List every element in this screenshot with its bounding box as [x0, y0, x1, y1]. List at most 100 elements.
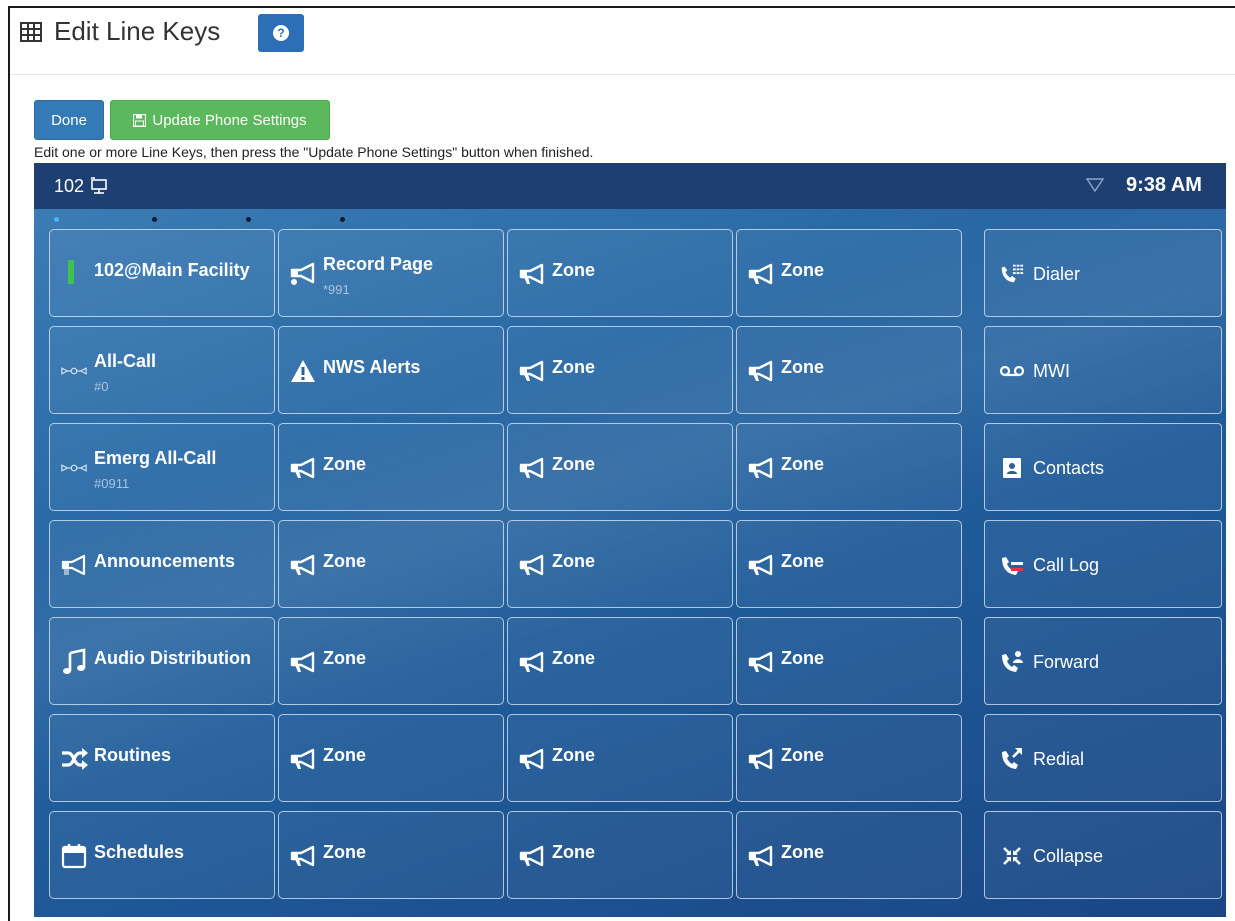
- line-key-r6-c1[interactable]: Routines: [49, 714, 275, 802]
- dialer-icon: [999, 262, 1025, 286]
- softkey-redial[interactable]: Redial: [984, 714, 1222, 802]
- floppy-disk-icon: [133, 113, 147, 127]
- done-button[interactable]: Done: [34, 100, 104, 140]
- megaphone-icon: [289, 842, 317, 870]
- line-key-r6-c2[interactable]: Zone: [278, 714, 504, 802]
- line-key-r5-c2[interactable]: Zone: [278, 617, 504, 705]
- megaphone-icon: [289, 745, 317, 773]
- line-key-code: #0911: [94, 476, 130, 491]
- line-key-r5-c3[interactable]: Zone: [507, 617, 733, 705]
- line-key-r1-c2[interactable]: Record Page *991: [278, 229, 504, 317]
- line-key-label: Audio Distribution: [94, 648, 251, 668]
- megaphone-icon: [289, 454, 317, 482]
- line-key-label: Zone: [323, 745, 366, 765]
- page-indicator-2[interactable]: [152, 217, 157, 222]
- softkey-dialer[interactable]: Dialer: [984, 229, 1222, 317]
- line-key-r3-c4[interactable]: Zone: [736, 423, 962, 511]
- megaphone-icon: [747, 745, 775, 773]
- line-key-r3-c2[interactable]: Zone: [278, 423, 504, 511]
- line-key-r6-c4[interactable]: Zone: [736, 714, 962, 802]
- line-key-label: Zone: [781, 260, 824, 280]
- megaphone-icon: [518, 551, 546, 579]
- softkey-label: MWI: [1033, 361, 1070, 381]
- update-phone-settings-button[interactable]: Update Phone Settings: [110, 100, 330, 140]
- shuffle-icon: [60, 745, 88, 773]
- page-title: Edit Line Keys: [54, 16, 221, 46]
- help-text: Edit one or more Line Keys, then press t…: [34, 144, 594, 160]
- line-key-label: Zone: [781, 357, 824, 377]
- table-icon: [20, 22, 42, 42]
- forward-icon: [999, 650, 1025, 674]
- calendar-icon: [60, 842, 88, 870]
- announcement-icon: [60, 551, 88, 579]
- line-key-label: Zone: [781, 551, 824, 571]
- megaphone-icon: [518, 745, 546, 773]
- contacts-icon: [999, 456, 1025, 480]
- softkey-label: Redial: [1033, 749, 1085, 769]
- update-phone-settings-label: Update Phone Settings: [152, 111, 307, 129]
- page-indicator-3[interactable]: [246, 217, 251, 222]
- status-bar: 102 9:38 AM: [34, 163, 1226, 209]
- megaphone-icon: [518, 454, 546, 482]
- line-key-r3-c3[interactable]: Zone: [507, 423, 733, 511]
- line-key-r6-c3[interactable]: Zone: [507, 714, 733, 802]
- line-key-r2-c2[interactable]: NWS Alerts: [278, 326, 504, 414]
- line-key-r2-c1[interactable]: All-Call #0: [49, 326, 275, 414]
- all-call-icon: [60, 454, 88, 482]
- line-key-r4-c1[interactable]: Announcements: [49, 520, 275, 608]
- line-key-r1-c4[interactable]: Zone: [736, 229, 962, 317]
- softkey-mwi[interactable]: MWI: [984, 326, 1222, 414]
- line-key-r7-c4[interactable]: Zone: [736, 811, 962, 899]
- help-button[interactable]: ?: [258, 14, 304, 52]
- line-key-label: Zone: [323, 454, 366, 474]
- extension-number: 102: [54, 176, 85, 196]
- softkey-contacts[interactable]: Contacts: [984, 423, 1222, 511]
- line-key-r2-c3[interactable]: Zone: [507, 326, 733, 414]
- line-key-label: Zone: [323, 551, 366, 571]
- line-key-label: Zone: [552, 648, 595, 668]
- page-indicator-4[interactable]: [340, 217, 345, 222]
- edit-line-keys-panel: Edit Line Keys ? Done Update Phone Setti…: [8, 6, 1235, 921]
- line-key-label: Zone: [552, 551, 595, 571]
- megaphone-icon: [747, 648, 775, 676]
- line-key-r1-c3[interactable]: Zone: [507, 229, 733, 317]
- line-key-label: Zone: [781, 648, 824, 668]
- megaphone-icon: [518, 357, 546, 385]
- line-key-r4-c4[interactable]: Zone: [736, 520, 962, 608]
- line-key-r5-c1[interactable]: Audio Distribution: [49, 617, 275, 705]
- line-key-r7-c3[interactable]: Zone: [507, 811, 733, 899]
- line-key-label: Zone: [781, 454, 824, 474]
- megaphone-icon: [289, 551, 317, 579]
- line-key-label: Zone: [552, 260, 595, 280]
- line-key-label: Announcements: [94, 551, 236, 571]
- line-key-label: Zone: [781, 842, 824, 862]
- page-indicator-1[interactable]: [54, 217, 59, 222]
- line-key-r7-c1[interactable]: Schedules: [49, 811, 275, 899]
- softkey-collapse[interactable]: Collapse: [984, 811, 1222, 899]
- help-icon: ?: [273, 25, 289, 41]
- line-key-label: Zone: [323, 842, 366, 862]
- line-key-r4-c3[interactable]: Zone: [507, 520, 733, 608]
- line-key-code: #0: [94, 379, 109, 394]
- collapse-icon: [999, 844, 1025, 868]
- line-key-label: Record Page: [323, 254, 434, 274]
- line-key-code: *991: [323, 282, 350, 297]
- desk-phone-icon: [91, 177, 107, 194]
- line-key-label: Zone: [323, 648, 366, 668]
- voicemail-icon: [999, 359, 1025, 383]
- line-key-label: Emerg All-Call: [94, 448, 217, 468]
- line-key-r7-c2[interactable]: Zone: [278, 811, 504, 899]
- softkey-forward[interactable]: Forward: [984, 617, 1222, 705]
- line-key-r3-c1[interactable]: Emerg All-Call #0911: [49, 423, 275, 511]
- softkey-label: Call Log: [1033, 555, 1100, 575]
- line-key-r5-c4[interactable]: Zone: [736, 617, 962, 705]
- line-key-r1-c1[interactable]: 102@Main Facility: [49, 229, 275, 317]
- megaphone-icon: [518, 648, 546, 676]
- megaphone-icon: [747, 454, 775, 482]
- line-key-r2-c4[interactable]: Zone: [736, 326, 962, 414]
- redial-icon: [999, 747, 1025, 771]
- line-key-r4-c2[interactable]: Zone: [278, 520, 504, 608]
- megaphone-icon: [518, 842, 546, 870]
- softkey-call-log[interactable]: Call Log: [984, 520, 1222, 608]
- line-status-indicator: [68, 260, 74, 284]
